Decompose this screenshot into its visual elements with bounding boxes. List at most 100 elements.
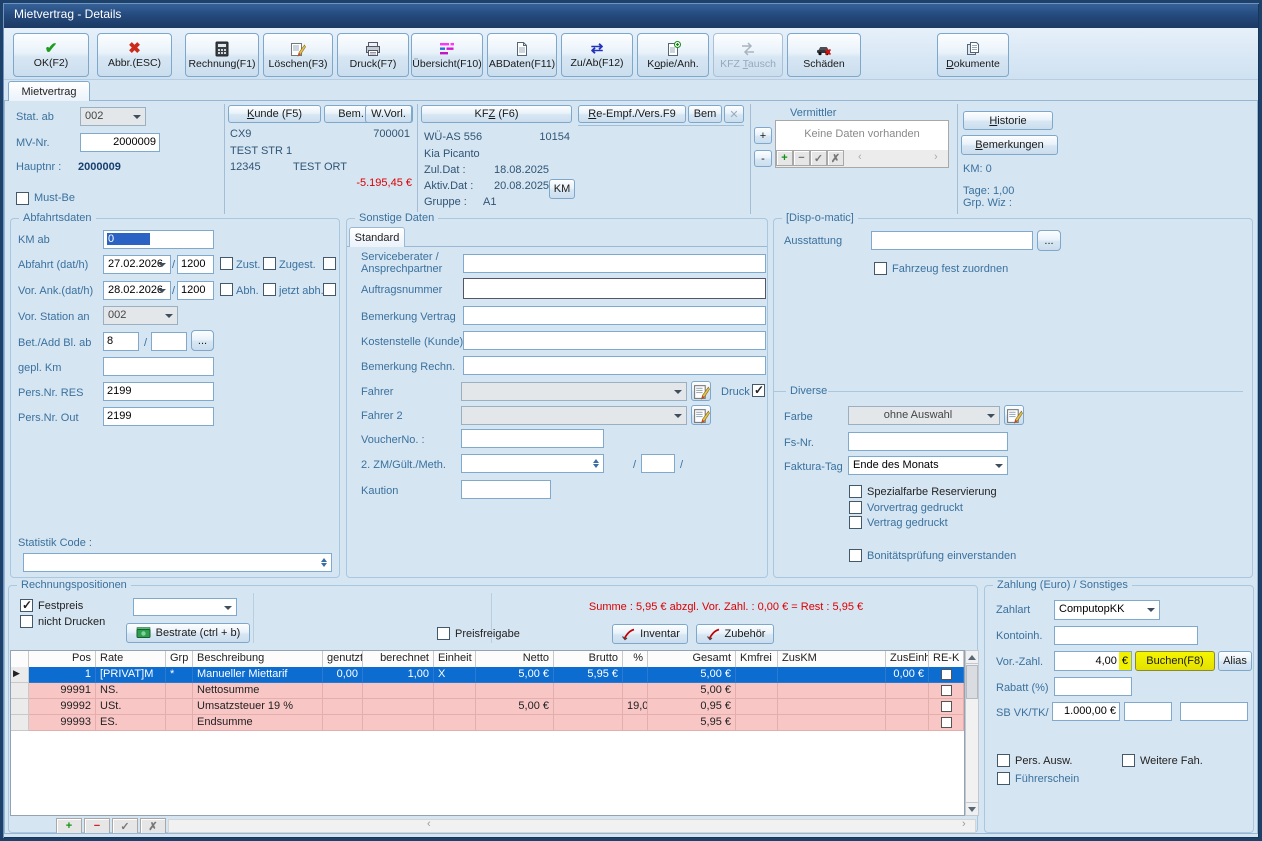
cell-pct[interactable] (623, 667, 648, 683)
cell-zuseinh[interactable] (886, 715, 929, 731)
column-header-gesamt[interactable]: Gesamt (648, 651, 736, 668)
column-header-marker[interactable] (11, 651, 29, 668)
rabatt-input[interactable] (1054, 677, 1132, 696)
positions-table[interactable]: PosRateGrpBeschreibunggenutztberechnetEi… (10, 650, 965, 816)
row-cancel-icon[interactable]: ✗ (140, 818, 166, 834)
cell-grp[interactable]: * (166, 667, 193, 683)
cell-rek[interactable] (929, 667, 964, 683)
titlebar[interactable]: Mietvertrag - Details (0, 0, 1262, 28)
vermittler-add-button[interactable]: + (754, 127, 772, 144)
loeschen-button[interactable]: Löschen(F3) (263, 33, 333, 77)
pers-out-input[interactable]: 2199 (103, 407, 214, 426)
cell-pos[interactable]: 99992 (29, 699, 96, 715)
stat-ab-select[interactable]: 002 (80, 107, 146, 126)
cell-einheit[interactable] (434, 683, 476, 699)
farbe-edit-icon[interactable] (1004, 405, 1024, 425)
abfahrt-date-select[interactable]: 27.02.2026 (103, 255, 171, 274)
zm-spinner-input[interactable] (461, 454, 604, 473)
gepl-km-input[interactable] (103, 357, 214, 376)
statistik-code-input[interactable] (23, 553, 332, 572)
kaution-input[interactable] (461, 480, 551, 499)
column-header-pct[interactable]: % (623, 651, 648, 668)
cell-pct[interactable] (623, 683, 648, 699)
zuab-button[interactable]: ⇄Zu/Ab(F12) (561, 33, 633, 77)
rate-select[interactable] (133, 598, 237, 616)
rechnung-button[interactable]: Rechnung(F1) (185, 33, 259, 77)
cell-beschreibung[interactable]: Nettosumme (193, 683, 323, 699)
zubehoer-button[interactable]: Zubehör (696, 624, 774, 644)
vor-station-select[interactable]: 002 (103, 306, 178, 325)
auftragsnummer-input[interactable] (463, 278, 766, 299)
column-header-genutzt[interactable]: genutzt (323, 651, 363, 668)
cell-grp[interactable] (166, 715, 193, 731)
cell-brutto[interactable] (554, 683, 623, 699)
vermittler-nav-cancel-icon[interactable]: ✗ (827, 150, 844, 166)
cell-gesamt[interactable]: 0,95 € (648, 699, 736, 715)
column-header-kmfrei[interactable]: Kmfrei (736, 651, 778, 668)
cell-kmfrei[interactable] (736, 715, 778, 731)
weitere-fah-checkbox[interactable] (1122, 754, 1135, 767)
cell-pos[interactable]: 99993 (29, 715, 96, 731)
re-empf-button[interactable]: Re-Empf./Vers.F9 (578, 105, 686, 123)
hscroll-right-icon[interactable]: › (962, 818, 966, 830)
nicht-drucken-checkbox[interactable] (20, 615, 33, 628)
abfahrt-checkbox[interactable] (220, 257, 233, 270)
cell-pct[interactable]: 19,0 (623, 699, 648, 715)
festpreis-checkbox[interactable] (20, 599, 33, 612)
re-k-checkbox[interactable] (941, 717, 952, 728)
cell-marker[interactable] (11, 699, 29, 715)
zugest-checkbox[interactable] (323, 257, 336, 270)
cell-gesamt[interactable]: 5,95 € (648, 715, 736, 731)
vermittler-nav-next-icon[interactable]: › (934, 151, 938, 163)
mv-nr-input[interactable]: 2000009 (80, 133, 160, 152)
cell-genutzt[interactable] (323, 699, 363, 715)
zm-input-2[interactable] (641, 454, 675, 473)
vertrag-gedruckt-checkbox[interactable] (849, 516, 862, 529)
cell-beschreibung[interactable]: Umsatzsteuer 19 % (193, 699, 323, 715)
cell-zuseinh[interactable]: 0,00 € (886, 667, 929, 683)
fahrer-select[interactable] (461, 382, 687, 401)
bet-input-2[interactable] (151, 332, 187, 351)
cell-rate[interactable]: NS. (96, 683, 166, 699)
cell-genutzt[interactable] (323, 715, 363, 731)
hscroll-left-icon[interactable]: ‹ (427, 818, 431, 830)
wvorl-button[interactable]: W.Vorl. (365, 105, 412, 123)
cell-rek[interactable] (929, 699, 964, 715)
scroll-up-icon[interactable] (965, 650, 979, 664)
vorvertrag-checkbox[interactable] (849, 501, 862, 514)
column-header-grp[interactable]: Grp (166, 651, 193, 668)
cell-rek[interactable] (929, 683, 964, 699)
cell-berechnet[interactable] (363, 715, 434, 731)
column-header-netto[interactable]: Netto (476, 651, 554, 668)
cell-berechnet[interactable] (363, 699, 434, 715)
cell-kmfrei[interactable] (736, 699, 778, 715)
vermittler-nav-delete-icon[interactable]: − (793, 150, 810, 166)
cell-berechnet[interactable]: 1,00 (363, 667, 434, 683)
cell-rate[interactable]: ES. (96, 715, 166, 731)
cell-brutto[interactable] (554, 699, 623, 715)
abh-checkbox[interactable] (263, 283, 276, 296)
jetzt-abh-checkbox[interactable] (323, 283, 336, 296)
fahrzeug-fest-checkbox[interactable] (874, 262, 887, 275)
cell-genutzt[interactable]: 0,00 (323, 667, 363, 683)
column-header-einheit[interactable]: Einheit (434, 651, 476, 668)
cell-zuseinh[interactable] (886, 699, 929, 715)
bemerkungen-button[interactable]: Bemerkungen (961, 135, 1058, 155)
cell-genutzt[interactable] (323, 683, 363, 699)
sb-input-2[interactable] (1124, 702, 1172, 721)
cell-brutto[interactable] (554, 715, 623, 731)
bemerkung-rechn-input[interactable] (463, 356, 766, 375)
sb-input-3[interactable] (1180, 702, 1248, 721)
kontoinh-input[interactable] (1054, 626, 1198, 645)
cell-rate[interactable]: USt. (96, 699, 166, 715)
cell-einheit[interactable] (434, 699, 476, 715)
cell-netto[interactable] (476, 683, 554, 699)
abdaten-button[interactable]: ABDaten(F11) (487, 33, 557, 77)
column-header-brutto[interactable]: Brutto (554, 651, 623, 668)
kostenstelle-input[interactable] (463, 331, 766, 350)
tab-standard[interactable]: Standard (349, 227, 405, 247)
cell-kmfrei[interactable] (736, 667, 778, 683)
column-header-zuskm[interactable]: ZusKM (778, 651, 886, 668)
must-be-checkbox[interactable] (16, 192, 29, 205)
spezialfarbe-checkbox[interactable] (849, 485, 862, 498)
